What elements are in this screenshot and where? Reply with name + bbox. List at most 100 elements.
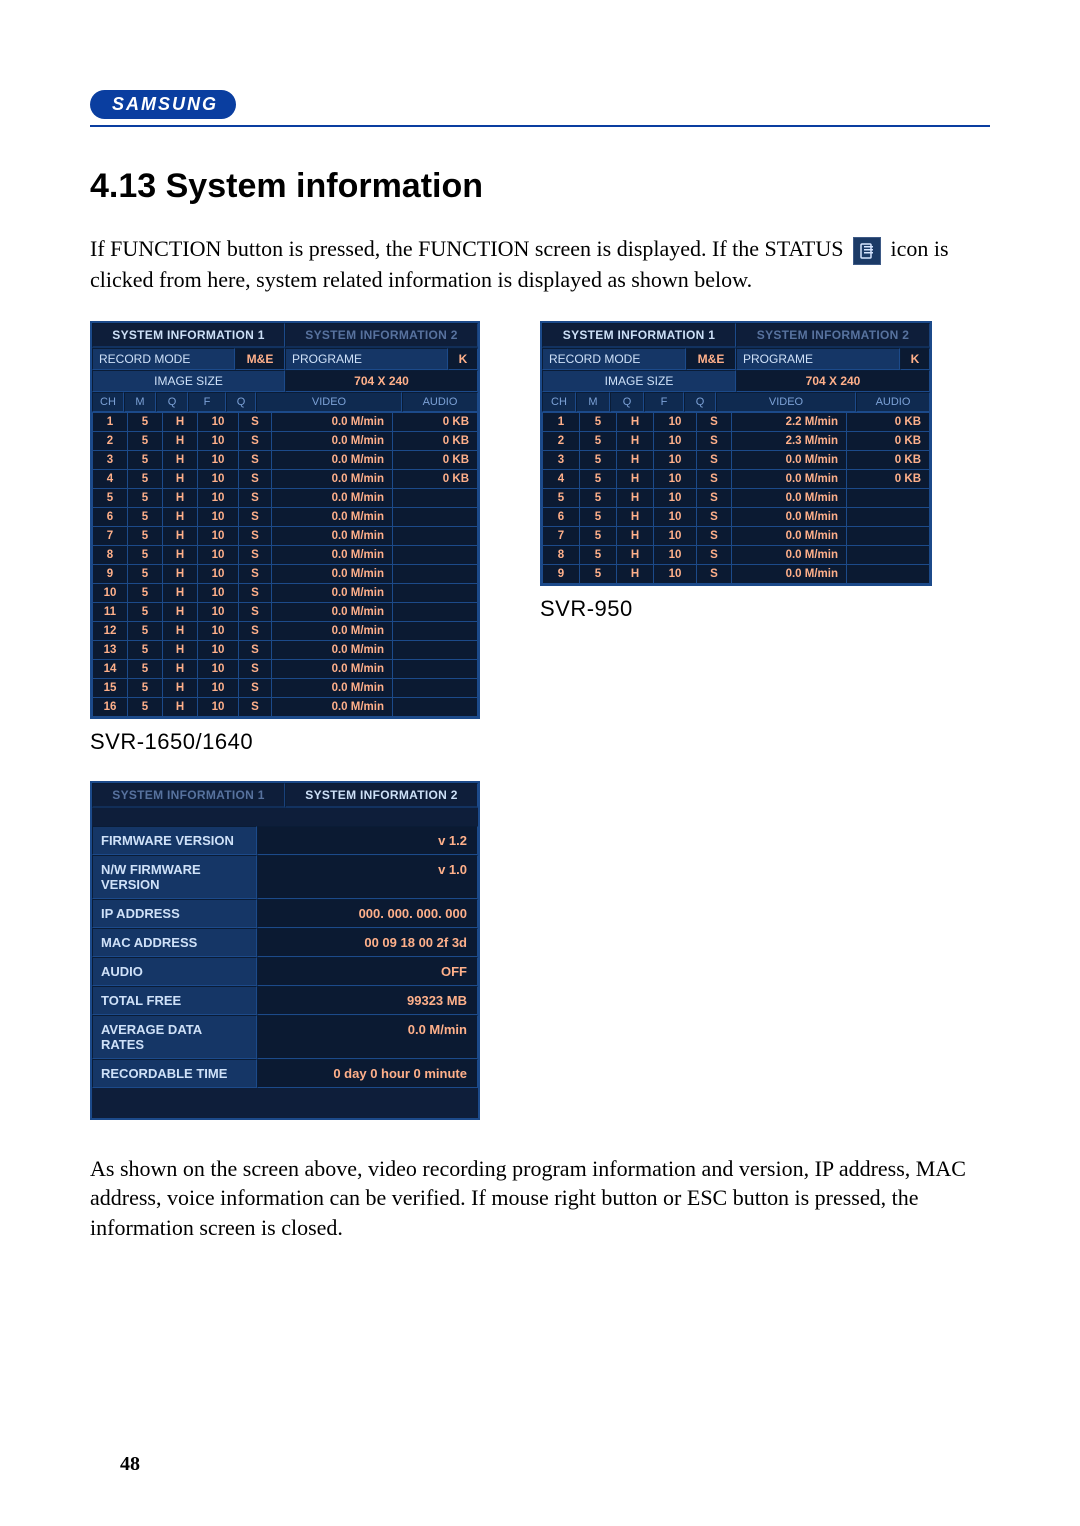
table-row: 145H10S0.0 M/min: [93, 659, 478, 678]
cell-audio: 0 KB: [847, 431, 930, 450]
cell-f: 10: [654, 450, 697, 469]
cell-video: 0.0 M/min: [732, 469, 847, 488]
cell-audio: 0 KB: [847, 469, 930, 488]
col-q2: Q: [226, 392, 256, 412]
cell-f: 10: [198, 488, 239, 507]
cell-audio: [393, 621, 478, 640]
outro-paragraph: As shown on the screen above, video reco…: [90, 1154, 990, 1243]
cell-m: 5: [128, 469, 163, 488]
label-record-mode: RECORD MODE: [92, 348, 235, 370]
col-ch-r: CH: [542, 392, 576, 412]
table-row: 55H10S0.0 M/min: [93, 488, 478, 507]
intro-text-a: If FUNCTION button is pressed, the FUNCT…: [90, 236, 843, 261]
cell-audio: [393, 659, 478, 678]
table-row: 135H10S0.0 M/min: [93, 640, 478, 659]
kv-value: 99323 MB: [257, 986, 478, 1015]
kv-row: MAC ADDRESS00 09 18 00 2f 3d: [92, 928, 478, 957]
cell-f: 10: [198, 412, 239, 431]
cell-video: 0.0 M/min: [732, 526, 847, 545]
cell-q2: S: [697, 469, 732, 488]
cell-video: 0.0 M/min: [272, 507, 393, 526]
tab-sysinfo1: SYSTEM INFORMATION 1: [92, 323, 285, 348]
table-row: 155H10S0.0 M/min: [93, 678, 478, 697]
cell-audio: [393, 507, 478, 526]
table-row: 85H10S0.0 M/min: [93, 545, 478, 564]
col-video: VIDEO: [256, 392, 402, 412]
cell-audio: [393, 545, 478, 564]
cell-video: 0.0 M/min: [272, 678, 393, 697]
cell-m: 5: [128, 697, 163, 716]
col-q-r: Q: [610, 392, 644, 412]
cell-f: 10: [198, 431, 239, 450]
cell-m: 5: [580, 564, 617, 583]
cell-q2: S: [239, 450, 272, 469]
cell-video: 2.2 M/min: [732, 412, 847, 431]
label-image-size-r: IMAGE SIZE: [542, 370, 736, 392]
page-number: 48: [120, 1453, 140, 1476]
cell-q2: S: [239, 469, 272, 488]
cell-ch: 8: [543, 545, 580, 564]
cell-ch: 4: [543, 469, 580, 488]
intro-paragraph: If FUNCTION button is pressed, the FUNCT…: [90, 234, 990, 295]
cell-m: 5: [128, 659, 163, 678]
cell-m: 5: [128, 678, 163, 697]
cell-m: 5: [128, 564, 163, 583]
cell-video: 0.0 M/min: [732, 564, 847, 583]
table-row: 75H10S0.0 M/min: [543, 526, 930, 545]
cell-q: H: [617, 526, 654, 545]
kv-key: FIRMWARE VERSION: [92, 826, 257, 855]
cell-audio: 0 KB: [393, 412, 478, 431]
cell-ch: 3: [543, 450, 580, 469]
cell-audio: 0 KB: [847, 412, 930, 431]
cell-q: H: [163, 678, 198, 697]
cell-m: 5: [128, 488, 163, 507]
cell-m: 5: [128, 545, 163, 564]
cell-audio: 0 KB: [393, 469, 478, 488]
cell-video: 0.0 M/min: [272, 564, 393, 583]
cell-q: H: [163, 431, 198, 450]
cell-q2: S: [697, 564, 732, 583]
cell-video: 0.0 M/min: [272, 526, 393, 545]
kv-row: AUDIOOFF: [92, 957, 478, 986]
kv-value: 00 09 18 00 2f 3d: [257, 928, 478, 957]
table-row: 85H10S0.0 M/min: [543, 545, 930, 564]
kv-row: RECORDABLE TIME0 day 0 hour 0 minute: [92, 1059, 478, 1088]
cell-m: 5: [128, 507, 163, 526]
cell-q2: S: [239, 507, 272, 526]
tab-sysinfo1-b: SYSTEM INFORMATION 1: [92, 783, 285, 808]
cell-q2: S: [239, 602, 272, 621]
sysinfo-panel-svr950: SYSTEM INFORMATION 1 SYSTEM INFORMATION …: [540, 321, 932, 586]
value-image-size-r: 704 X 240: [736, 370, 930, 392]
col-m: M: [124, 392, 156, 412]
cell-q2: S: [697, 431, 732, 450]
cell-m: 5: [580, 469, 617, 488]
table-row: 25H10S2.3 M/min0 KB: [543, 431, 930, 450]
cell-m: 5: [580, 545, 617, 564]
cell-f: 10: [198, 526, 239, 545]
cell-q: H: [163, 412, 198, 431]
cell-m: 5: [128, 526, 163, 545]
cell-q: H: [163, 621, 198, 640]
cell-ch: 5: [93, 488, 128, 507]
kv-value: OFF: [257, 957, 478, 986]
cell-audio: [393, 488, 478, 507]
kv-key: IP ADDRESS: [92, 899, 257, 928]
section-heading: 4.13 System information: [90, 167, 990, 206]
cell-audio: [393, 640, 478, 659]
kv-key: AUDIO: [92, 957, 257, 986]
cell-f: 10: [198, 621, 239, 640]
cell-q2: S: [697, 545, 732, 564]
cell-m: 5: [128, 431, 163, 450]
label-image-size: IMAGE SIZE: [92, 370, 285, 392]
table-row: 25H10S0.0 M/min0 KB: [93, 431, 478, 450]
cell-f: 10: [654, 564, 697, 583]
col-f: F: [188, 392, 226, 412]
cell-ch: 15: [93, 678, 128, 697]
cell-ch: 11: [93, 602, 128, 621]
table-row: 35H10S0.0 M/min0 KB: [93, 450, 478, 469]
cell-ch: 7: [93, 526, 128, 545]
cell-ch: 13: [93, 640, 128, 659]
kv-key: RECORDABLE TIME: [92, 1059, 257, 1088]
cell-ch: 9: [543, 564, 580, 583]
sysinfo-panel-svr1650: SYSTEM INFORMATION 1 SYSTEM INFORMATION …: [90, 321, 480, 719]
